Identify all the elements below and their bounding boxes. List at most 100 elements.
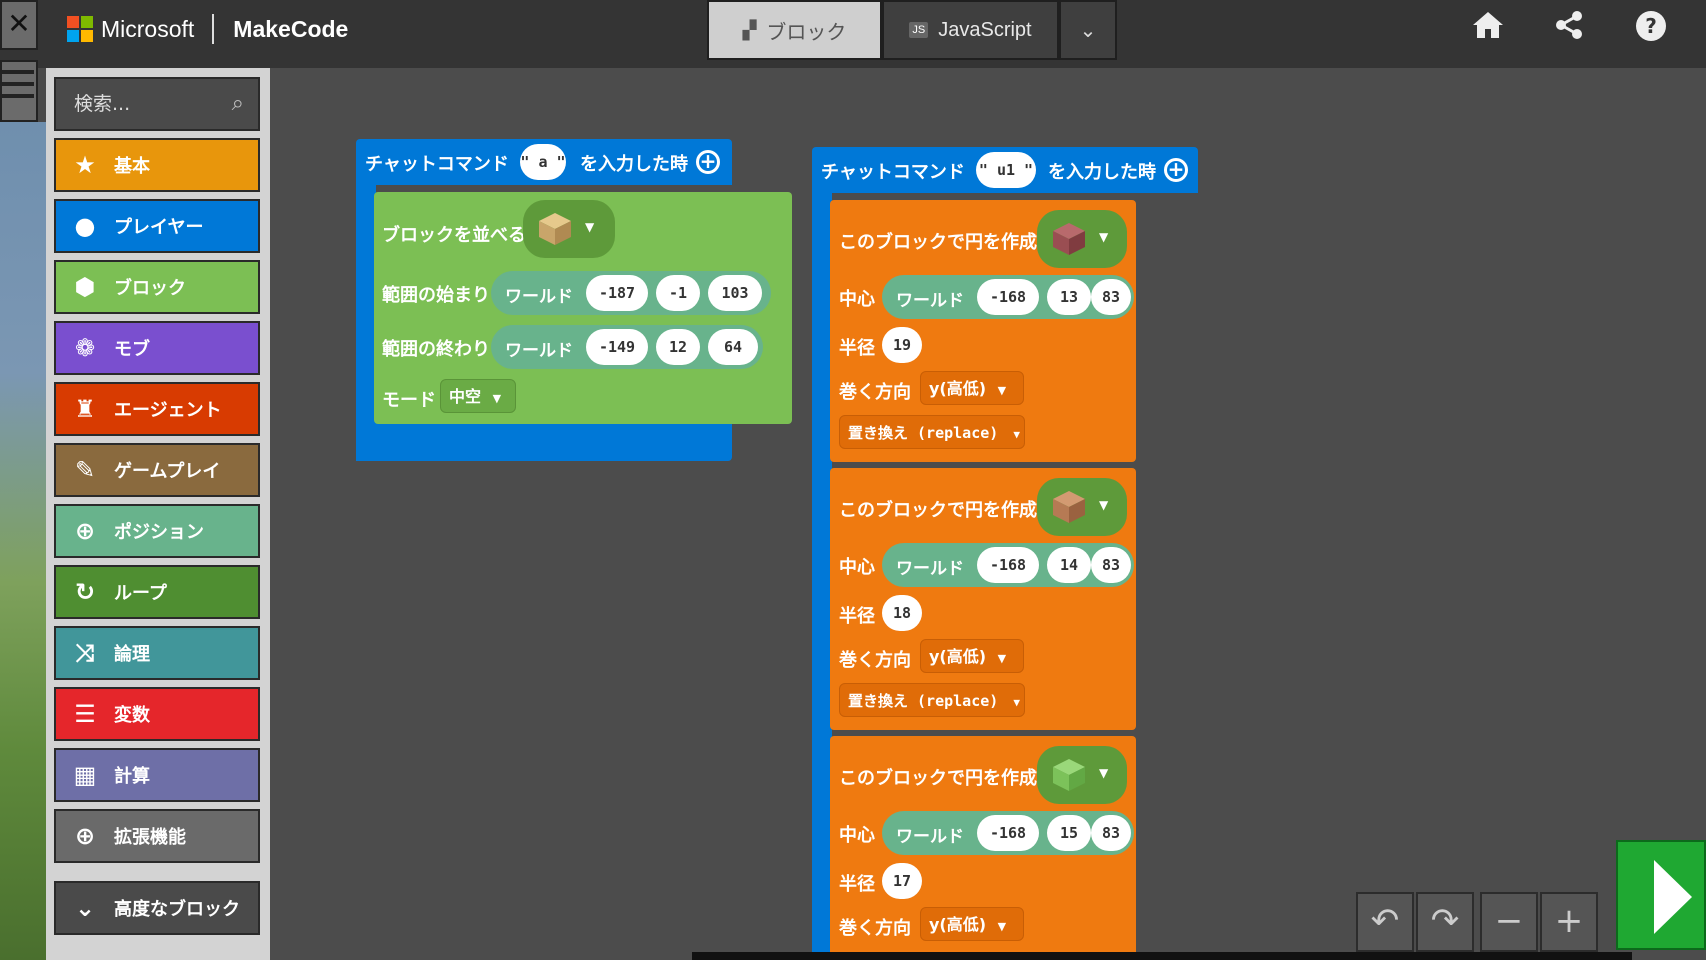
category-basic[interactable]: ★ 基本 — [54, 138, 260, 192]
replace-value: 置き換え (replace) — [848, 692, 999, 710]
make-circle-statement[interactable]: このブロックで円を作成: ▼ 中心 ワールド -168 15 83 半径 17 … — [830, 736, 1136, 960]
radius-label: 半径 — [839, 874, 875, 895]
help-icon[interactable]: ? — [1629, 10, 1673, 50]
event-suffix: を入力した時 — [1048, 162, 1156, 183]
mode-dropdown[interactable]: 中空 ▼ — [440, 379, 516, 413]
replace-mode-dropdown[interactable]: 置き換え (replace) ▼ — [839, 683, 1025, 717]
category-loops[interactable]: ↻ ループ — [54, 565, 260, 619]
chevron-down-icon: ⌄ — [74, 894, 96, 922]
terracotta-block-icon — [1053, 491, 1085, 523]
direction-dropdown[interactable]: y(高低) ▼ — [920, 371, 1024, 405]
search-placeholder: 検索... — [74, 93, 131, 115]
from-y-input[interactable]: -1 — [656, 275, 700, 311]
category-variables[interactable]: ☰ 変数 — [54, 687, 260, 741]
puzzle-icon: ▞ — [742, 19, 757, 40]
category-extensions[interactable]: ⊕ 拡張機能 — [54, 809, 260, 863]
category-math[interactable]: ▦ 計算 — [54, 748, 260, 802]
from-world-position[interactable]: ワールド -187 -1 103 — [491, 271, 771, 315]
direction-dropdown[interactable]: y(高低) ▼ — [920, 639, 1024, 673]
center-y-input[interactable]: 13 — [1047, 279, 1091, 315]
center-x-input[interactable]: -168 — [977, 547, 1039, 583]
horizontal-scrollbar[interactable] — [692, 952, 1632, 960]
center-z-input[interactable]: 83 — [1091, 279, 1131, 315]
category-logic[interactable]: ⤨ 論理 — [54, 626, 260, 680]
advanced-blocks-toggle[interactable]: ⌄ 高度なブロック — [54, 881, 260, 935]
category-label: プレイヤー — [114, 217, 204, 238]
direction-label: 巻く方向 — [839, 382, 911, 403]
home-icon[interactable] — [1466, 10, 1510, 48]
search-input[interactable]: 検索... ⌕ — [54, 77, 260, 131]
block-picker[interactable]: ▼ — [523, 200, 615, 258]
share-icon[interactable] — [1547, 10, 1591, 48]
chat-command-event-a[interactable]: チャットコマンド " a " を入力した時 + — [356, 139, 732, 185]
microsoft-logo[interactable]: Microsoft MakeCode — [67, 14, 349, 44]
add-parameter-icon[interactable]: + — [1164, 158, 1188, 182]
to-x-input[interactable]: -149 — [586, 329, 648, 365]
command-input[interactable]: " u1 " — [976, 152, 1036, 188]
to-world-position[interactable]: ワールド -149 12 64 — [491, 325, 763, 369]
menu-icon[interactable] — [0, 60, 38, 122]
world-label: ワールド — [505, 287, 573, 307]
circle-label: このブロックで円を作成: — [839, 232, 1045, 253]
zoom-in-icon[interactable]: + — [1540, 892, 1598, 952]
radius-input[interactable]: 19 — [882, 327, 922, 363]
chat-command-event-u1[interactable]: チャットコマンド " u1 " を入力した時 + — [812, 147, 1198, 193]
from-z-input[interactable]: 103 — [708, 275, 762, 311]
make-circle-statement[interactable]: このブロックで円を作成: ▼ 中心 ワールド -168 13 83 半径 19 … — [830, 200, 1136, 462]
center-world-position[interactable]: ワールド -168 14 83 — [882, 543, 1134, 587]
category-gameplay[interactable]: ✎ ゲームプレイ — [54, 443, 260, 497]
center-label: 中心 — [839, 557, 875, 578]
undo-icon[interactable]: ↶ — [1356, 892, 1414, 952]
run-button[interactable] — [1616, 840, 1706, 950]
direction-label: 巻く方向 — [839, 650, 911, 671]
center-x-input[interactable]: -168 — [977, 815, 1039, 851]
category-blocks[interactable]: ⬢ ブロック — [54, 260, 260, 314]
add-parameter-icon[interactable]: + — [696, 150, 720, 174]
replace-mode-dropdown[interactable]: 置き換え (replace) ▼ — [839, 415, 1025, 449]
search-icon: ⌕ — [231, 91, 244, 116]
event-prefix: チャットコマンド — [365, 154, 509, 175]
from-x-input[interactable]: -187 — [586, 275, 648, 311]
center-z-input[interactable]: 83 — [1091, 815, 1131, 851]
center-z-input[interactable]: 83 — [1091, 547, 1131, 583]
to-y-input[interactable]: 12 — [656, 329, 700, 365]
direction-dropdown[interactable]: y(高低) ▼ — [920, 907, 1024, 941]
center-y-input[interactable]: 14 — [1047, 547, 1091, 583]
radius-input[interactable]: 17 — [882, 863, 922, 899]
event-body-left — [356, 185, 376, 461]
block-picker[interactable]: ▼ — [1037, 746, 1127, 804]
category-player[interactable]: ● プレイヤー — [54, 199, 260, 253]
make-circle-statement[interactable]: このブロックで円を作成: ▼ 中心 ワールド -168 14 83 半径 18 … — [830, 468, 1136, 730]
tab-blocks[interactable]: ▞ ブロック — [707, 0, 882, 60]
category-label: ループ — [114, 583, 167, 604]
fill-blocks-statement[interactable]: ブロックを並べる ▼ 範囲の始まり ワールド -187 -1 103 範囲の終わ… — [374, 192, 792, 424]
redo-icon[interactable]: ↷ — [1416, 892, 1474, 952]
caret-down-icon: ▼ — [997, 384, 1007, 397]
radius-input[interactable]: 18 — [882, 595, 922, 631]
command-input[interactable]: " a " — [520, 144, 566, 180]
block-picker[interactable]: ▼ — [1037, 210, 1127, 268]
category-mobs[interactable]: ❁ モブ — [54, 321, 260, 375]
close-icon[interactable]: ✕ — [0, 0, 38, 50]
code-workspace[interactable]: チャットコマンド " a " を入力した時 + ブロックを並べる ▼ 範囲の始ま… — [270, 68, 1706, 960]
center-world-position[interactable]: ワールド -168 15 83 — [882, 811, 1134, 855]
zoom-out-icon[interactable]: − — [1480, 892, 1538, 952]
tab-javascript[interactable]: JS JavaScript — [882, 0, 1059, 60]
center-world-position[interactable]: ワールド -168 13 83 — [882, 275, 1134, 319]
product-label: MakeCode — [233, 15, 349, 42]
category-agent[interactable]: ♜ エージェント — [54, 382, 260, 436]
caret-down-icon: ▼ — [492, 392, 502, 405]
star-icon: ★ — [74, 151, 96, 179]
block-picker[interactable]: ▼ — [1037, 478, 1127, 536]
category-label: ゲームプレイ — [114, 461, 221, 482]
calculator-icon: ▦ — [73, 761, 97, 789]
language-dropdown[interactable]: ⌄ — [1059, 0, 1117, 60]
center-x-input[interactable]: -168 — [977, 279, 1039, 315]
center-y-input[interactable]: 15 — [1047, 815, 1091, 851]
to-z-input[interactable]: 64 — [708, 329, 758, 365]
game-view-background — [0, 122, 46, 960]
circle-label: このブロックで円を作成: — [839, 500, 1045, 521]
category-label: 変数 — [114, 705, 150, 726]
category-positions[interactable]: ⊕ ポジション — [54, 504, 260, 558]
circle-label: このブロックで円を作成: — [839, 768, 1045, 789]
